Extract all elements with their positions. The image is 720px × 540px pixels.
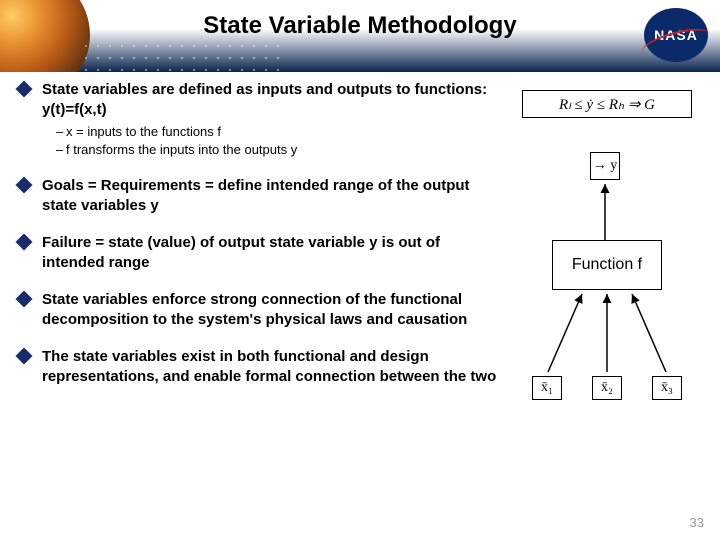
diamond-bullet-icon [16,291,33,308]
bullet-text: State variables enforce strong connectio… [42,290,498,329]
bullet-text: State variables are defined as inputs an… [42,80,498,119]
function-diagram: Rₗ ≤ ẏ ≤ Rₕ ⇒ G → y Function f x̄₁ x̄₂ x… [512,90,702,410]
bullet-item: State variables enforce strong connectio… [18,290,498,329]
y-label: → y [593,158,618,174]
x2-label: x̄₂ [601,380,613,396]
page-number: 33 [690,515,704,530]
x3-input-box: x̄₃ [652,376,682,400]
x1-label: x̄₁ [541,380,553,396]
stars-graphic [80,40,280,72]
sub-bullet-item: x = inputs to the functions f [56,123,498,141]
function-label: Function f [572,256,642,274]
slide-title: State Variable Methodology [0,12,720,40]
x2-input-box: x̄₂ [592,376,622,400]
diamond-bullet-icon [16,234,33,251]
bullet-item: Goals = Requirements = define intended r… [18,176,498,215]
diamond-bullet-icon [16,81,33,98]
bullet-item: Failure = state (value) of output state … [18,233,498,272]
slide-header: State Variable Methodology NASA [0,0,720,72]
bullet-content: State variables are defined as inputs an… [18,80,498,404]
diamond-bullet-icon [16,177,33,194]
y-output-box: → y [590,152,620,180]
bullet-item: The state variables exist in both functi… [18,347,498,386]
x1-input-box: x̄₁ [532,376,562,400]
constraint-equation: Rₗ ≤ ẏ ≤ Rₕ ⇒ G [559,95,655,114]
diamond-bullet-icon [16,348,33,365]
bullet-item: State variables are defined as inputs an… [18,80,498,158]
sub-bullet-item: f transforms the inputs into the outputs… [56,141,498,159]
bullet-text: Failure = state (value) of output state … [42,233,498,272]
function-box: Function f [552,240,662,290]
nasa-logo-text: NASA [654,27,698,43]
bullet-text: Goals = Requirements = define intended r… [42,176,498,215]
x3-label: x̄₃ [661,380,673,396]
bullet-text: The state variables exist in both functi… [42,347,498,386]
nasa-logo: NASA [644,8,708,62]
constraint-box: Rₗ ≤ ẏ ≤ Rₕ ⇒ G [522,90,692,118]
sub-bullet-list: x = inputs to the functions f f transfor… [42,123,498,158]
